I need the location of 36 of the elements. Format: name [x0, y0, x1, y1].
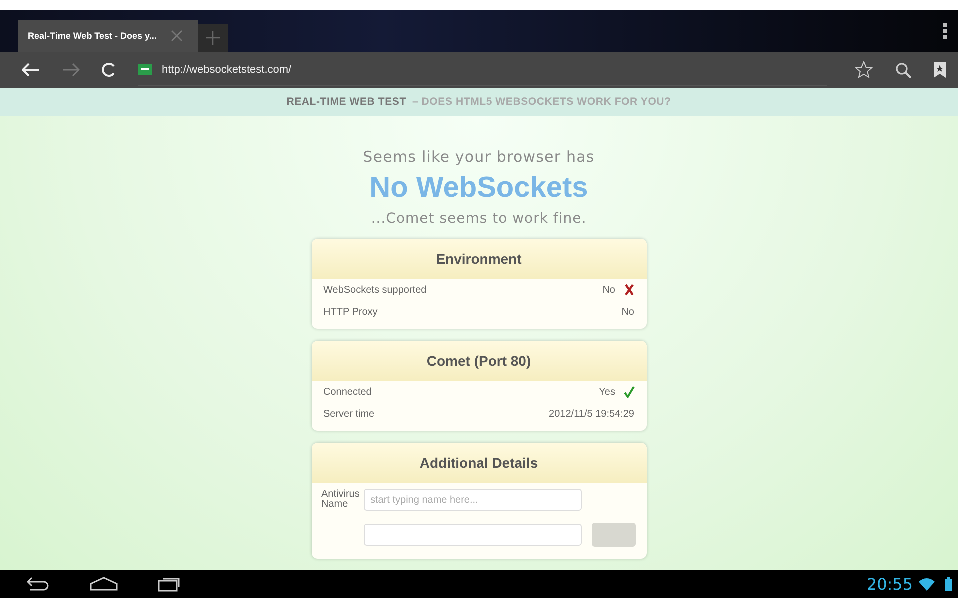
intro-text: Seems like your browser has — [363, 148, 595, 166]
clock: 20:55 — [866, 574, 913, 594]
row-label: Server time — [324, 408, 376, 420]
check-icon — [624, 386, 634, 398]
bookmark-icon[interactable] — [934, 62, 946, 78]
browser-tab[interactable]: Real-Time Web Test - Does y... — [18, 20, 198, 52]
row-value: Yes — [599, 386, 616, 398]
new-tab-button[interactable] — [198, 24, 228, 52]
row-label: HTTP Proxy — [324, 306, 379, 318]
cross-icon — [624, 284, 634, 296]
card-title: Additional Details — [312, 443, 646, 483]
reload-icon[interactable] — [102, 63, 116, 77]
search-icon[interactable] — [895, 62, 912, 78]
star-icon[interactable] — [855, 61, 873, 79]
row-value: No — [602, 284, 616, 296]
row-value: 2012/11/5 19:54:29 — [549, 408, 634, 420]
battery-icon — [945, 577, 952, 591]
card-title: Environment — [312, 239, 646, 279]
row-label: WebSockets supported — [324, 284, 428, 296]
site-favicon-icon — [138, 64, 152, 75]
input-field[interactable] — [364, 524, 582, 546]
home-icon[interactable] — [90, 577, 118, 591]
field-label: Antivirus Name — [322, 490, 358, 510]
back-icon[interactable] — [26, 577, 50, 591]
row-value: No — [622, 306, 634, 318]
banner-title: REAL-TIME WEB TEST — [286, 96, 406, 108]
plus-icon[interactable] — [206, 31, 220, 45]
wifi-icon — [919, 578, 935, 590]
recent-apps-icon[interactable] — [158, 576, 182, 592]
banner-subtitle: – DOES HTML5 WEBSOCKETS WORK FOR YOU? — [412, 96, 672, 108]
subline-text: ...Comet seems to work fine. — [371, 211, 587, 227]
menu-icon[interactable] — [942, 22, 948, 40]
headline: No WebSockets — [370, 172, 588, 205]
card-title: Comet (Port 80) — [312, 341, 646, 381]
input-field[interactable]: start typing name here... — [364, 489, 582, 511]
row-label: Connected — [324, 386, 373, 398]
